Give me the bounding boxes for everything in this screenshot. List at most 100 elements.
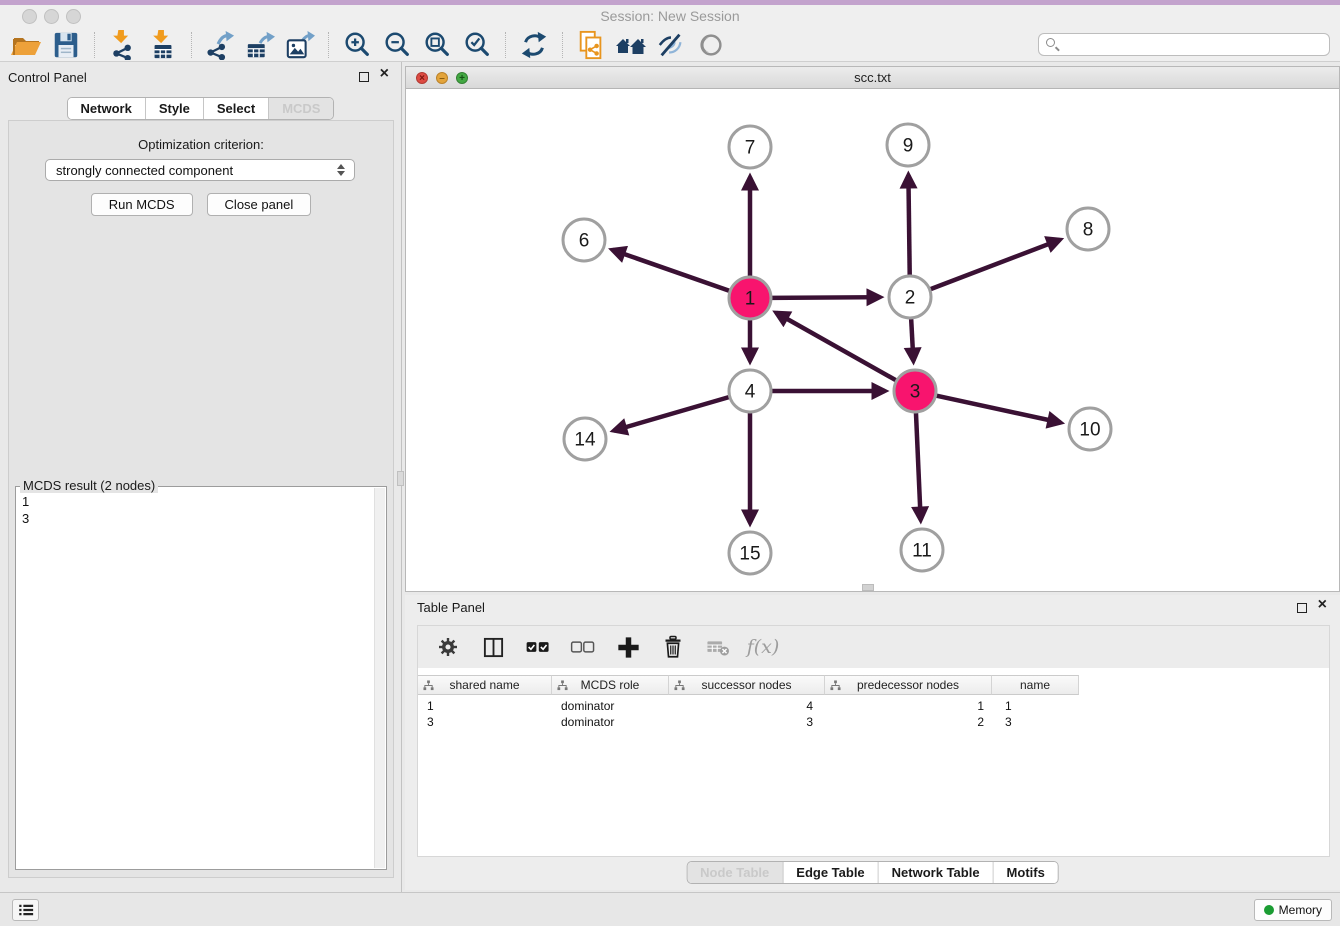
- graph-node-label-15: 15: [739, 544, 760, 565]
- tab-motifs[interactable]: Motifs: [994, 862, 1058, 883]
- zoom-out-button[interactable]: [377, 29, 417, 61]
- tab-select[interactable]: Select: [204, 98, 269, 119]
- float-panel-icon[interactable]: [359, 72, 369, 82]
- tab-mcds[interactable]: MCDS: [269, 98, 333, 119]
- import-table-button[interactable]: [143, 29, 183, 61]
- checked-boxes-icon: [525, 634, 551, 660]
- search-input[interactable]: [1038, 33, 1330, 56]
- table-panel: Table Panel ×: [405, 595, 1340, 890]
- table-row[interactable]: 1 dominator 4 1 1: [418, 698, 1329, 714]
- graph-node-label-2: 2: [905, 288, 916, 309]
- hide-details-icon: [656, 30, 686, 60]
- select-all-columns-button[interactable]: [524, 632, 552, 662]
- hierarchy-icon: [830, 680, 841, 691]
- graph-edge-1-2[interactable]: [772, 297, 880, 298]
- graph-node-label-1: 1: [745, 289, 756, 310]
- graph-edge-2-9[interactable]: [908, 175, 909, 275]
- task-history-button[interactable]: [12, 899, 39, 921]
- tab-node-table[interactable]: Node Table: [687, 862, 783, 883]
- refresh-button[interactable]: [514, 29, 554, 61]
- graph-node-label-6: 6: [579, 231, 590, 252]
- delete-table-icon: [705, 634, 731, 660]
- export-network-button[interactable]: [200, 29, 240, 61]
- tab-network[interactable]: Network: [68, 98, 146, 119]
- clone-network-button[interactable]: [571, 29, 611, 61]
- tab-edge-table[interactable]: Edge Table: [783, 862, 878, 883]
- function-builder-button[interactable]: f(x): [749, 632, 777, 662]
- import-table-icon: [148, 30, 178, 60]
- graph-node-label-9: 9: [903, 136, 914, 157]
- zoom-fit-button[interactable]: [417, 29, 457, 61]
- table-row[interactable]: 3 dominator 3 2 3: [418, 714, 1329, 730]
- toolbar-separator: [505, 32, 506, 58]
- hide-graphics-details-button[interactable]: [651, 29, 691, 61]
- zoom-in-button[interactable]: [337, 29, 377, 61]
- graph-node-label-10: 10: [1079, 420, 1100, 441]
- network-canvas[interactable]: 1234678910111415: [406, 89, 1339, 591]
- export-table-icon: [245, 30, 275, 60]
- table-header-filler: [1079, 675, 1329, 695]
- panel-splitter-handle[interactable]: [397, 471, 404, 486]
- deselect-all-columns-button[interactable]: [569, 632, 597, 662]
- column-layout-button[interactable]: [479, 632, 507, 662]
- delete-column-button[interactable]: [659, 632, 687, 662]
- hierarchy-icon: [674, 680, 685, 691]
- tab-network-table[interactable]: Network Table: [879, 862, 994, 883]
- close-panel-icon[interactable]: ×: [380, 66, 389, 82]
- add-column-button[interactable]: [614, 632, 642, 662]
- trash-icon: [661, 635, 685, 659]
- table-toolbar: f(x): [417, 625, 1330, 668]
- run-mcds-button[interactable]: Run MCDS: [91, 193, 193, 216]
- main-toolbar: [0, 28, 1340, 62]
- application-window: Session: New Session: [0, 0, 1340, 926]
- column-header-shared-name[interactable]: shared name: [418, 675, 552, 695]
- show-graphics-details-button[interactable]: [691, 29, 731, 61]
- graph-edge-1-6[interactable]: [612, 250, 729, 291]
- column-header-name[interactable]: name: [992, 675, 1079, 695]
- save-session-button[interactable]: [46, 29, 86, 61]
- graph-node-label-3: 3: [910, 382, 921, 403]
- close-panel-button[interactable]: Close panel: [207, 193, 312, 216]
- float-table-panel-icon[interactable]: [1297, 603, 1307, 613]
- result-scrollbar[interactable]: [374, 488, 385, 868]
- table-header-row: shared name MCDS role successor nodes: [418, 675, 1329, 695]
- export-image-icon: [285, 30, 315, 60]
- toolbar-separator: [328, 32, 329, 58]
- canvas-splitter-handle[interactable]: [862, 584, 874, 591]
- graph-edge-3-10[interactable]: [936, 396, 1060, 423]
- zoom-fit-icon: [422, 30, 452, 60]
- graph-edge-3-11[interactable]: [916, 413, 921, 520]
- memory-button[interactable]: Memory: [1254, 899, 1332, 921]
- column-header-mcds-role[interactable]: MCDS role: [552, 675, 669, 695]
- graph-edge-3-1[interactable]: [776, 313, 896, 380]
- toolbar-separator: [94, 32, 95, 58]
- refresh-icon: [519, 30, 549, 60]
- network-frame-titlebar[interactable]: × – + scc.txt: [406, 67, 1339, 89]
- zoom-selected-button[interactable]: [457, 29, 497, 61]
- column-header-successor-nodes[interactable]: successor nodes: [669, 675, 825, 695]
- table-settings-button[interactable]: [434, 632, 462, 662]
- network-view-frame: × – + scc.txt 1234678910111415: [405, 66, 1340, 592]
- import-network-button[interactable]: [103, 29, 143, 61]
- node-table: shared name MCDS role successor nodes: [417, 668, 1330, 857]
- column-header-predecessor-nodes[interactable]: predecessor nodes: [825, 675, 992, 695]
- import-network-icon: [108, 30, 138, 60]
- graph-edge-4-14[interactable]: [614, 397, 729, 430]
- delete-table-button[interactable]: [704, 632, 732, 662]
- export-table-button[interactable]: [240, 29, 280, 61]
- close-table-panel-icon[interactable]: ×: [1318, 597, 1327, 613]
- memory-label: Memory: [1279, 903, 1322, 917]
- mcds-result-text[interactable]: 1 3: [22, 493, 29, 527]
- session-home-button[interactable]: [611, 29, 651, 61]
- dropdown-stepper-icon: [337, 164, 345, 176]
- graph-edge-2-8[interactable]: [931, 240, 1060, 289]
- memory-status-dot: [1264, 905, 1274, 915]
- open-session-button[interactable]: [6, 29, 46, 61]
- tab-style[interactable]: Style: [146, 98, 204, 119]
- zoom-selected-icon: [462, 30, 492, 60]
- graph-edge-2-3[interactable]: [911, 319, 913, 361]
- hierarchy-icon: [423, 680, 434, 691]
- graph-node-label-4: 4: [745, 382, 756, 403]
- criterion-dropdown[interactable]: strongly connected component: [45, 159, 355, 181]
- export-image-button[interactable]: [280, 29, 320, 61]
